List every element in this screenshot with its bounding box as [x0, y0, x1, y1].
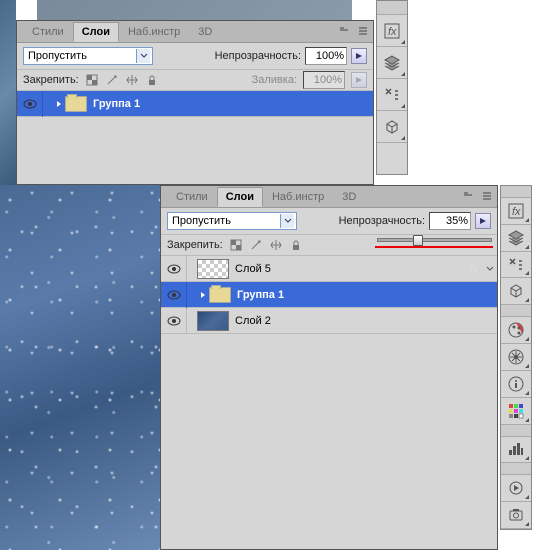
- visibility-toggle-icon[interactable]: [17, 91, 43, 117]
- opacity-label: Непрозрачность:: [215, 50, 301, 62]
- fill-label: Заливка:: [252, 74, 297, 86]
- whitespace-top-right: [500, 0, 532, 180]
- lock-pixels-icon[interactable]: [105, 73, 119, 87]
- panel-collapse-icon[interactable]: [461, 190, 475, 200]
- layer-name: Группа 1: [237, 289, 284, 301]
- layers-panel-icon[interactable]: [377, 47, 407, 79]
- tab-3d[interactable]: 3D: [333, 187, 365, 207]
- actions-panel-icon[interactable]: [501, 475, 531, 502]
- blend-opacity-row: Пропустить Непрозрачность: 100%: [17, 43, 373, 69]
- lock-all-icon[interactable]: [289, 238, 303, 252]
- collapsed-panels-2: fx: [500, 185, 532, 530]
- layer-row-layer-2[interactable]: Слой 2: [161, 308, 497, 334]
- tab-3d[interactable]: 3D: [189, 22, 221, 42]
- blend-mode-value: Пропустить: [28, 50, 87, 62]
- blend-mode-value: Пропустить: [172, 215, 231, 227]
- lock-pixels-icon[interactable]: [249, 238, 263, 252]
- panel-collapse-icon[interactable]: [337, 25, 351, 35]
- visibility-toggle-icon[interactable]: [161, 282, 187, 308]
- annotation-redline: [375, 246, 493, 248]
- 3d-panel-icon[interactable]: [377, 111, 407, 143]
- fx-expand-icon[interactable]: [483, 262, 497, 276]
- visibility-toggle-icon[interactable]: [161, 256, 187, 282]
- canvas-strip-top: [0, 0, 16, 185]
- opacity-slider-thumb[interactable]: [413, 235, 423, 246]
- lock-transparency-icon[interactable]: [229, 238, 243, 252]
- lock-fill-row: Закрепить: Заливка: 100%: [17, 69, 373, 91]
- opacity-label: Непрозрачность:: [339, 215, 425, 227]
- tab-layers[interactable]: Слои: [73, 22, 119, 42]
- lock-all-icon[interactable]: [145, 73, 159, 87]
- history-panel-icon[interactable]: [501, 502, 531, 529]
- layer-thumbnail: [197, 259, 229, 279]
- 3d-panel-icon[interactable]: [501, 278, 531, 305]
- toolpresets-panel-icon[interactable]: [501, 252, 531, 279]
- dock-grip[interactable]: [501, 305, 531, 317]
- styles-panel-icon[interactable]: fx: [501, 198, 531, 225]
- opacity-input[interactable]: 35%: [429, 212, 471, 230]
- dropdown-arrow-icon: [136, 49, 150, 63]
- canvas-winter-image: [0, 185, 160, 550]
- swatches-panel-icon[interactable]: [501, 398, 531, 425]
- expand-arrow-icon[interactable]: [53, 100, 65, 108]
- dock-grip[interactable]: [377, 1, 407, 15]
- dock-grip[interactable]: [501, 186, 531, 198]
- layer-list: Слой 5 fx Группа 1 Слой 2: [161, 256, 497, 549]
- panel-tabbar: Стили Слои Наб.инстр 3D: [17, 21, 373, 43]
- opacity-slider-track[interactable]: [377, 238, 492, 242]
- folder-icon: [65, 96, 87, 112]
- lock-position-icon[interactable]: [269, 238, 283, 252]
- lock-transparency-icon[interactable]: [85, 73, 99, 87]
- lock-label: Закрепить:: [23, 74, 79, 86]
- lock-label: Закрепить:: [167, 239, 223, 251]
- navigator-panel-icon[interactable]: [501, 344, 531, 371]
- color-panel-icon[interactable]: [501, 317, 531, 344]
- layer-thumbnail: [197, 311, 229, 331]
- blend-opacity-row: Пропустить Непрозрачность: 35%: [161, 208, 497, 234]
- dock-grip[interactable]: [501, 425, 531, 437]
- opacity-flyout-icon[interactable]: [475, 213, 491, 229]
- tab-toolpresets[interactable]: Наб.инстр: [263, 187, 333, 207]
- fill-flyout-icon: [351, 72, 367, 88]
- layers-panel-2: Стили Слои Наб.инстр 3D Пропустить Непро…: [160, 185, 498, 550]
- layer-row-layer-5[interactable]: Слой 5 fx: [161, 256, 497, 282]
- canvas-strip-top2: [37, 0, 352, 20]
- panel-menu-icon[interactable]: [479, 188, 495, 204]
- tab-layers[interactable]: Слои: [217, 187, 263, 207]
- blend-mode-dropdown[interactable]: Пропустить: [23, 47, 153, 65]
- layer-row-group-1[interactable]: Группа 1: [17, 91, 373, 117]
- blend-mode-dropdown[interactable]: Пропустить: [167, 212, 297, 230]
- tab-styles[interactable]: Стили: [167, 187, 217, 207]
- panel-tabbar: Стили Слои Наб.инстр 3D: [161, 186, 497, 208]
- fill-input: 100%: [303, 71, 345, 89]
- layer-row-group-1[interactable]: Группа 1: [161, 282, 497, 308]
- visibility-toggle-icon[interactable]: [161, 308, 187, 334]
- tab-toolpresets[interactable]: Наб.инстр: [119, 22, 189, 42]
- fx-indicator-icon[interactable]: fx: [470, 262, 479, 276]
- layer-name: Слой 2: [235, 315, 271, 327]
- svg-text:fx: fx: [512, 206, 521, 218]
- toolpresets-panel-icon[interactable]: [377, 79, 407, 111]
- layers-panel-icon[interactable]: [501, 225, 531, 252]
- styles-panel-icon[interactable]: fx: [377, 15, 407, 47]
- dock-grip[interactable]: [501, 463, 531, 475]
- lock-position-icon[interactable]: [125, 73, 139, 87]
- layer-list: Группа 1: [17, 91, 373, 184]
- histogram-panel-icon[interactable]: [501, 437, 531, 464]
- collapsed-panels-1: fx: [376, 0, 408, 175]
- layers-panel-1: Стили Слои Наб.инстр 3D Пропустить Непро…: [16, 20, 374, 185]
- expand-arrow-icon[interactable]: [197, 291, 209, 299]
- opacity-flyout-icon[interactable]: [351, 48, 367, 64]
- opacity-input[interactable]: 100%: [305, 47, 347, 65]
- layer-name: Группа 1: [93, 98, 140, 110]
- layer-name: Слой 5: [235, 263, 271, 275]
- dropdown-arrow-icon: [280, 214, 294, 228]
- tab-styles[interactable]: Стили: [23, 22, 73, 42]
- panel-menu-icon[interactable]: [355, 23, 371, 39]
- svg-text:fx: fx: [388, 26, 397, 38]
- info-panel-icon[interactable]: [501, 371, 531, 398]
- folder-icon: [209, 287, 231, 303]
